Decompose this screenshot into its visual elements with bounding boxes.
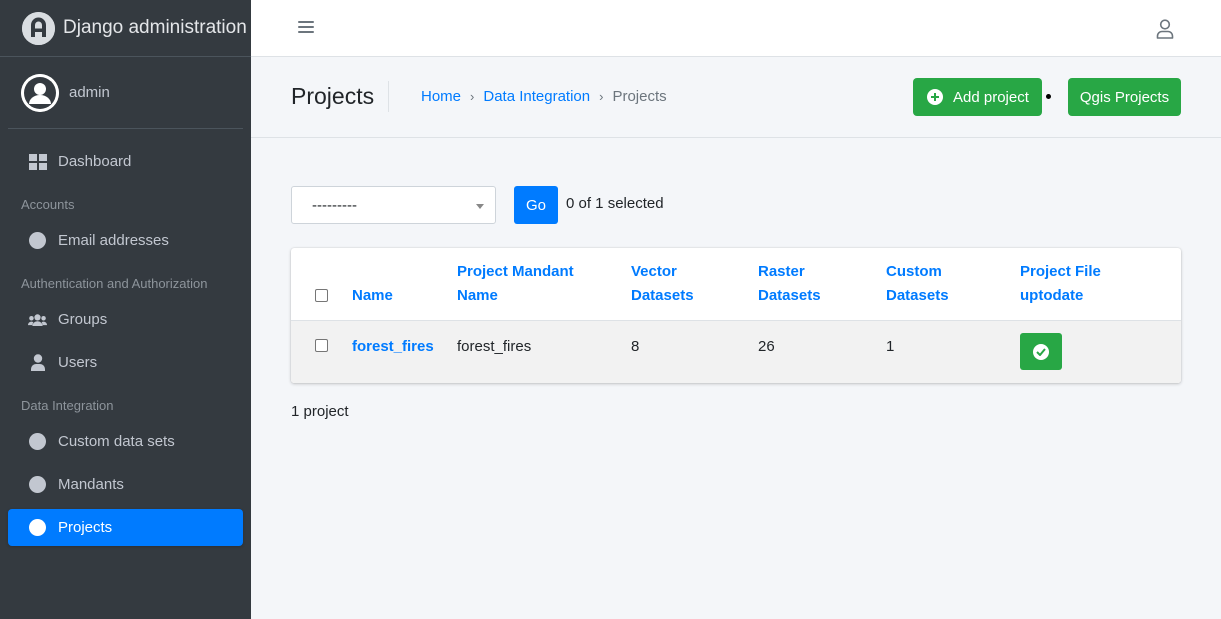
sidebar: Django administration admin Dashboard Ac… xyxy=(0,0,251,619)
table-row: forest_fires forest_fires 8 26 1 xyxy=(291,320,1181,383)
plus-circle-icon xyxy=(927,89,943,105)
users-group-icon xyxy=(28,310,47,329)
sidebar-item-projects[interactable]: Projects xyxy=(8,509,243,546)
brand-link[interactable]: Django administration xyxy=(0,0,251,57)
column-header-label: Project File xyxy=(1020,263,1101,280)
page-title: Projects xyxy=(291,83,375,109)
custom-datasets-cell: 1 xyxy=(886,338,895,355)
sidebar-item-groups[interactable]: Groups xyxy=(8,301,243,338)
breadcrumb-current: Projects xyxy=(612,88,667,105)
circle-icon xyxy=(28,518,47,537)
select-all-checkbox[interactable] xyxy=(315,289,328,302)
selection-counter: 0 of 1 selected xyxy=(566,195,664,212)
uptodate-status-button[interactable] xyxy=(1020,333,1062,370)
separator-dot xyxy=(1046,94,1051,99)
user-icon xyxy=(28,353,47,372)
chevron-down-icon xyxy=(476,204,484,209)
project-name-link[interactable]: forest_fires xyxy=(352,338,434,355)
sidebar-item-email-addresses[interactable]: Email addresses xyxy=(8,222,243,259)
user-panel[interactable]: admin xyxy=(8,57,243,129)
sidebar-item-label: Mandants xyxy=(58,476,124,493)
column-header-label: Datasets xyxy=(758,287,821,304)
sidebar-nav: Dashboard Accounts Email addresses Authe… xyxy=(0,129,251,546)
breadcrumb-data-integration[interactable]: Data Integration xyxy=(483,88,590,105)
column-header-label: Datasets xyxy=(886,287,949,304)
column-header-vector-datasets[interactable]: Vector Datasets xyxy=(631,260,694,308)
circle-icon xyxy=(28,475,47,494)
nav-header-data-integration: Data Integration xyxy=(21,397,114,413)
results-table: Name Project Mandant Name Vector Dataset… xyxy=(291,248,1181,383)
sidebar-item-users[interactable]: Users xyxy=(8,344,243,381)
column-header-mandant[interactable]: Project Mandant Name xyxy=(457,260,574,308)
breadcrumb: Home › Data Integration › Projects xyxy=(421,88,667,105)
column-header-label: Vector xyxy=(631,263,677,280)
column-header-label: Project Mandant xyxy=(457,263,574,280)
circle-icon xyxy=(28,231,47,250)
column-header-label: Datasets xyxy=(631,287,694,304)
check-circle-icon xyxy=(1033,343,1049,360)
sidebar-item-label: Groups xyxy=(58,311,108,328)
sidebar-item-label: Users xyxy=(58,354,98,371)
column-header-label: Custom xyxy=(886,263,942,280)
go-button[interactable]: Go xyxy=(514,186,558,224)
column-header-label: Name xyxy=(352,287,393,304)
top-navbar xyxy=(251,0,1221,57)
breadcrumb-separator: › xyxy=(470,89,475,104)
sidebar-item-mandants[interactable]: Mandants xyxy=(8,466,243,503)
sidebar-item-custom-data-sets[interactable]: Custom data sets xyxy=(8,423,243,460)
sidebar-item-label: Custom data sets xyxy=(58,433,175,450)
breadcrumb-home[interactable]: Home xyxy=(421,88,461,105)
brand-title: Django administration xyxy=(63,17,247,38)
sidebar-item-label: Projects xyxy=(58,519,113,536)
sidebar-item-label: Email addresses xyxy=(58,232,169,249)
action-select-value: --------- xyxy=(312,196,357,214)
column-header-label: uptodate xyxy=(1020,287,1084,304)
circle-icon xyxy=(28,432,47,451)
sidebar-item-label: Dashboard xyxy=(58,153,132,170)
content-header: Projects Home › Data Integration › Proje… xyxy=(251,57,1221,138)
mandant-name-cell: forest_fires xyxy=(457,338,532,355)
action-select[interactable]: --------- xyxy=(291,186,496,224)
column-header-label: Name xyxy=(457,287,498,304)
title-divider xyxy=(388,81,389,112)
user-name: admin xyxy=(69,84,110,101)
sidebar-item-dashboard[interactable]: Dashboard xyxy=(8,143,243,180)
breadcrumb-separator: › xyxy=(599,89,604,104)
brand-logo-icon xyxy=(22,11,55,45)
dashboard-icon xyxy=(28,152,47,171)
column-header-uptodate[interactable]: Project File uptodate xyxy=(1020,260,1101,308)
add-project-button[interactable]: Add project xyxy=(913,78,1042,116)
vector-datasets-cell: 8 xyxy=(631,338,640,355)
column-header-name[interactable]: Name xyxy=(352,284,393,308)
result-count: 1 project xyxy=(291,403,349,420)
raster-datasets-cell: 26 xyxy=(758,338,775,355)
column-header-custom-datasets[interactable]: Custom Datasets xyxy=(886,260,949,308)
column-header-raster-datasets[interactable]: Raster Datasets xyxy=(758,260,821,308)
user-account-icon[interactable] xyxy=(1156,19,1174,39)
user-avatar-icon xyxy=(21,73,59,112)
hamburger-menu-icon[interactable] xyxy=(298,19,314,35)
add-project-label: Add project xyxy=(953,88,1029,106)
nav-header-accounts: Accounts xyxy=(21,196,75,212)
column-header-label: Raster xyxy=(758,263,805,280)
nav-header-auth: Authentication and Authorization xyxy=(21,275,208,291)
row-select-checkbox[interactable] xyxy=(315,339,328,352)
qgis-projects-button[interactable]: Qgis Projects xyxy=(1068,78,1181,116)
